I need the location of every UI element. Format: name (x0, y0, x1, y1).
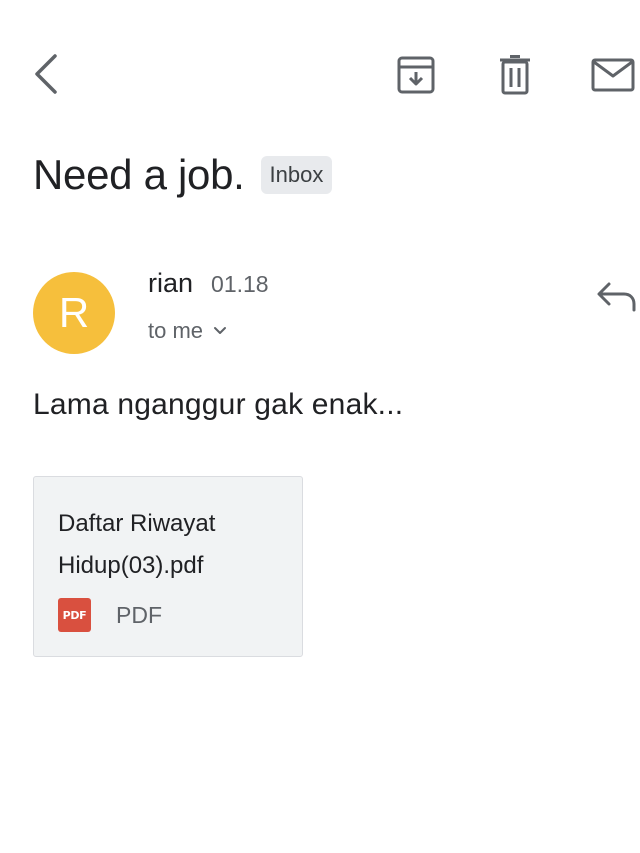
recipient-details-toggle[interactable]: to me (148, 318, 227, 344)
inbox-label-chip[interactable]: Inbox (260, 156, 333, 194)
attachment-type: PDF (116, 601, 162, 628)
attachment-card[interactable]: Daftar Riwayat Hidup(03).pdf PDF PDF (33, 476, 303, 657)
mark-unread-button[interactable] (585, 50, 640, 100)
recipient-label: to me (148, 318, 204, 343)
email-time: 01.18 (211, 271, 269, 297)
back-button[interactable] (22, 48, 70, 100)
attachment-type-row: PDF PDF (58, 598, 162, 632)
archive-icon (397, 56, 435, 94)
sender-name[interactable]: rian (148, 268, 193, 299)
chevron-left-icon (35, 54, 57, 94)
reply-button[interactable] (592, 272, 640, 320)
toolbar (0, 0, 640, 150)
subject-row: Need a job. Inbox (33, 150, 333, 200)
sender-row: rian 01.18 (148, 268, 269, 299)
archive-button[interactable] (390, 50, 442, 100)
sender-avatar[interactable]: R (33, 272, 115, 354)
chevron-down-icon (213, 326, 227, 336)
delete-button[interactable] (490, 50, 540, 100)
trash-icon (500, 55, 530, 95)
email-body: Lama nganggur gak enak... (33, 388, 404, 421)
attachment-name: Daftar Riwayat Hidup(03).pdf (58, 510, 216, 579)
envelope-icon (591, 58, 634, 92)
reply-icon (597, 282, 636, 312)
pdf-file-icon: PDF (58, 598, 91, 632)
email-subject: Need a job. (33, 151, 245, 198)
